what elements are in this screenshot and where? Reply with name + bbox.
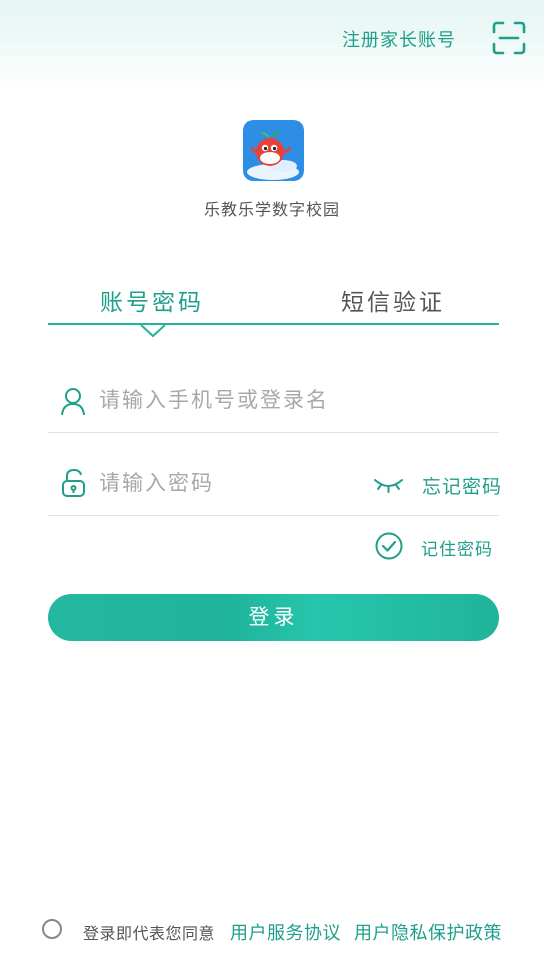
privacy-policy-link[interactable]: 用户隐私保护政策 [354,919,502,945]
user-service-agreement-link[interactable]: 用户服务协议 [230,919,341,945]
tab-account-password[interactable]: 账号密码 [100,283,204,317]
remember-password-label[interactable]: 记住密码 [421,535,493,560]
remember-password-checkbox[interactable] [375,532,403,560]
user-icon [61,388,85,416]
eye-closed-icon[interactable] [373,474,404,494]
login-button[interactable]: 登录 [48,594,499,641]
app-name: 乐教乐学数字校园 [203,200,340,219]
app-logo [243,120,304,181]
password-divider [48,515,499,516]
forgot-password-link[interactable]: 忘记密码 [422,472,502,499]
register-parent-account-link[interactable]: 注册家长账号 [342,26,456,52]
username-divider [48,432,499,433]
lock-icon [62,468,85,497]
tab-sms-verification[interactable]: 短信验证 [341,283,445,317]
password-input[interactable] [99,467,359,499]
agreement-radio[interactable] [42,919,62,939]
username-input[interactable] [99,384,489,416]
header-background [0,0,544,90]
scan-icon[interactable] [492,21,526,55]
active-tab-indicator [140,324,166,338]
agreement-text: 登录即代表您同意 [83,924,216,943]
tab-underline [48,323,499,325]
